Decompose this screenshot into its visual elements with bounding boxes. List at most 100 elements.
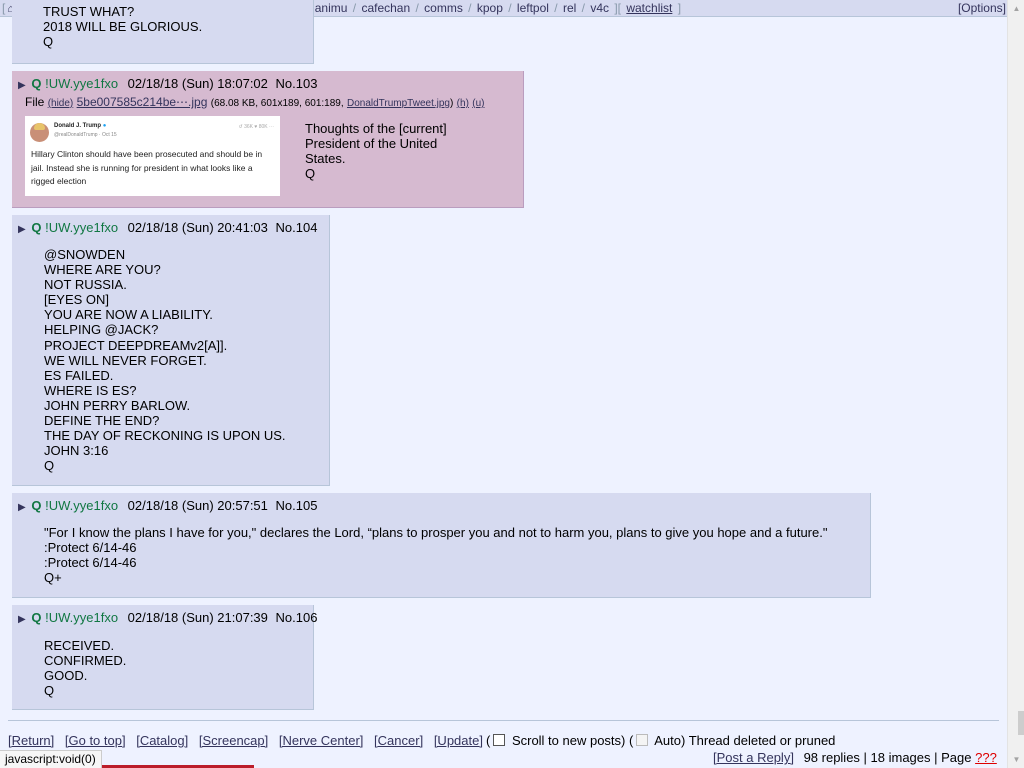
post-date: 02/18/18 (Sun) 21:07:39 [127, 610, 268, 625]
separator: / [578, 1, 589, 15]
body-line: 2018 WILL BE GLORIOUS. [43, 19, 203, 34]
post-menu-icon[interactable]: ▶ [18, 614, 26, 625]
separator: / [464, 1, 475, 15]
post-body: TRUST WHAT? 2018 WILL BE GLORIOUS. Q [43, 4, 307, 49]
body-line: :Protect 6/14-46 [44, 540, 137, 556]
update-link[interactable]: [Update] [434, 733, 483, 748]
body-line: Q [43, 34, 54, 49]
post-date: 02/18/18 (Sun) 20:57:51 [127, 498, 268, 513]
body-line: :Protect 6/14-46 [44, 555, 137, 571]
vertical-scrollbar[interactable]: ▲ ▼ [1007, 0, 1024, 768]
poster-name: Q [31, 498, 42, 513]
board-link-comms[interactable]: comms [422, 1, 465, 15]
post-header: ▶ Q !UW.yye1fxo 02/18/18 (Sun) 21:07:39 … [18, 609, 317, 627]
body-line: "For I know the plans I have for you," d… [44, 525, 828, 540]
body-line: Q [305, 166, 316, 181]
auto-label: Auto) [654, 733, 686, 748]
body-line: @SNOWDEN [44, 247, 126, 262]
file-meta: (68.08 KB, 601x189, 601:189, [210, 98, 344, 109]
file-link[interactable]: 5be007585c214be⋯.jpg [77, 95, 208, 109]
board-link-leftpol[interactable]: leftpol [515, 1, 551, 15]
body-line: ES FAILED. [44, 367, 114, 383]
nerve-center-link[interactable]: [Nerve Center] [279, 733, 364, 748]
tweet-handle: @realDonaldTrump · Oct 15 [54, 132, 117, 138]
post-header: ▶ Q !UW.yye1fxo 02/18/18 (Sun) 20:41:03 … [18, 219, 323, 237]
file-row: Donald J. Trump ● @realDonaldTrump · Oct… [18, 116, 517, 196]
scroll-up-icon[interactable]: ▲ [1008, 0, 1024, 17]
watchlist-link[interactable]: watchlist [624, 1, 674, 15]
status-bar: javascript:void(0) [0, 750, 102, 768]
body-line: Q [44, 458, 55, 474]
page-number: ??? [975, 750, 997, 765]
body-line: [EYES ON] [44, 292, 110, 308]
tripcode: !UW.yye1fxo [45, 76, 119, 91]
post-body: "For I know the plans I have for you," d… [44, 525, 864, 585]
post-body: Thoughts of the [current] President of t… [305, 121, 447, 196]
poster-name: Q [31, 76, 42, 91]
tweet-text: Hillary Clinton should have been prosecu… [31, 149, 263, 186]
cancer-link[interactable]: [Cancer] [374, 733, 423, 748]
post-number-link[interactable]: No.103 [276, 76, 318, 91]
original-filename-link[interactable]: DonaldTrumpTweet.jpg [347, 98, 450, 109]
tripcode: !UW.yye1fxo [45, 498, 119, 513]
body-line: PROJECT DEEPDREAMv2[A]]. [44, 337, 228, 353]
catalog-link[interactable]: [Catalog] [136, 733, 188, 748]
hide-file-link[interactable]: (hide) [48, 98, 74, 109]
thread-status: Thread deleted or pruned [688, 733, 836, 748]
screencap-link[interactable]: [Screencap] [199, 733, 268, 748]
thread-stats: [Post a Reply] 98 replies | 18 images | … [713, 750, 997, 765]
options-link[interactable]: [Options] [958, 0, 1006, 16]
bracket-close: ] [674, 1, 682, 15]
body-line: DEFINE THE END? [44, 413, 160, 429]
tripcode: !UW.yye1fxo [45, 610, 119, 625]
post-number-link[interactable]: No.106 [276, 610, 318, 625]
file-thumbnail[interactable]: Donald J. Trump ● @realDonaldTrump · Oct… [25, 116, 280, 196]
post-104: ▶ Q !UW.yye1fxo 02/18/18 (Sun) 20:41:03 … [12, 215, 330, 486]
body-line: JOHN PERRY BARLOW. [44, 397, 191, 413]
file-h-link[interactable]: (h) [457, 98, 469, 109]
body-line: JOHN 3:16 [44, 443, 109, 459]
separator: / [504, 1, 515, 15]
scrollbar-thumb[interactable] [1018, 711, 1024, 735]
board-link-v4c[interactable]: v4c [588, 1, 611, 15]
scroll-new-posts-checkbox[interactable] [493, 734, 506, 746]
board-link-animu[interactable]: animu [313, 1, 350, 15]
post-menu-icon[interactable]: ▶ [18, 224, 26, 235]
file-u-link[interactable]: (u) [472, 98, 484, 109]
post-menu-icon[interactable]: ▶ [18, 502, 26, 513]
body-line: Q [44, 683, 55, 699]
body-line: WHERE ARE YOU? [44, 262, 161, 278]
body-line: HELPING @JACK? [44, 322, 159, 338]
avatar [30, 123, 49, 142]
post-header: ▶ Q !UW.yye1fxo 02/18/18 (Sun) 20:57:51 … [18, 497, 864, 515]
board-link-kpop[interactable]: kpop [475, 1, 505, 15]
tripcode: !UW.yye1fxo [45, 220, 119, 235]
post-menu-icon[interactable]: ▶ [18, 80, 26, 91]
board-link-rel[interactable]: rel [561, 1, 578, 15]
poster-name: Q [31, 220, 42, 235]
body-line: YOU ARE NOW A LIABILITY. [44, 307, 213, 323]
post-body: @SNOWDEN WHERE ARE YOU? NOT RUSSIA. [EYES O… [44, 247, 323, 473]
return-link[interactable]: [Return] [8, 733, 54, 748]
scroll-label: Scroll to new posts) ( [511, 733, 634, 748]
file-label: File [25, 95, 45, 109]
body-line: President of the United [305, 136, 438, 151]
go-to-top-link[interactable]: [Go to top] [65, 733, 126, 748]
auto-update-checkbox[interactable] [636, 734, 649, 746]
post-105: ▶ Q !UW.yye1fxo 02/18/18 (Sun) 20:57:51 … [12, 493, 871, 598]
post-date: 02/18/18 (Sun) 20:41:03 [127, 220, 268, 235]
scroll-down-icon[interactable]: ▼ [1008, 751, 1024, 768]
board-link-cafechan[interactable]: cafechan [359, 1, 412, 15]
separator: / [550, 1, 561, 15]
post-reply-link[interactable]: [Post a Reply] [713, 750, 794, 765]
post-header: ▶ Q !UW.yye1fxo 02/18/18 (Sun) 18:07:02 … [18, 75, 517, 93]
bracket-mid2: ][ [611, 1, 625, 15]
body-line: CONFIRMED. [44, 653, 127, 669]
body-line: GOOD. [44, 668, 88, 684]
separator: / [412, 1, 423, 15]
body-line: TRUST WHAT? [43, 4, 135, 19]
body-line: THE DAY OF RECKONING IS UPON US. [44, 428, 286, 444]
post-body: RECEIVED. CONFIRMED. GOOD. Q [44, 638, 307, 698]
post-number-link[interactable]: No.105 [276, 498, 318, 513]
post-number-link[interactable]: No.104 [276, 220, 318, 235]
